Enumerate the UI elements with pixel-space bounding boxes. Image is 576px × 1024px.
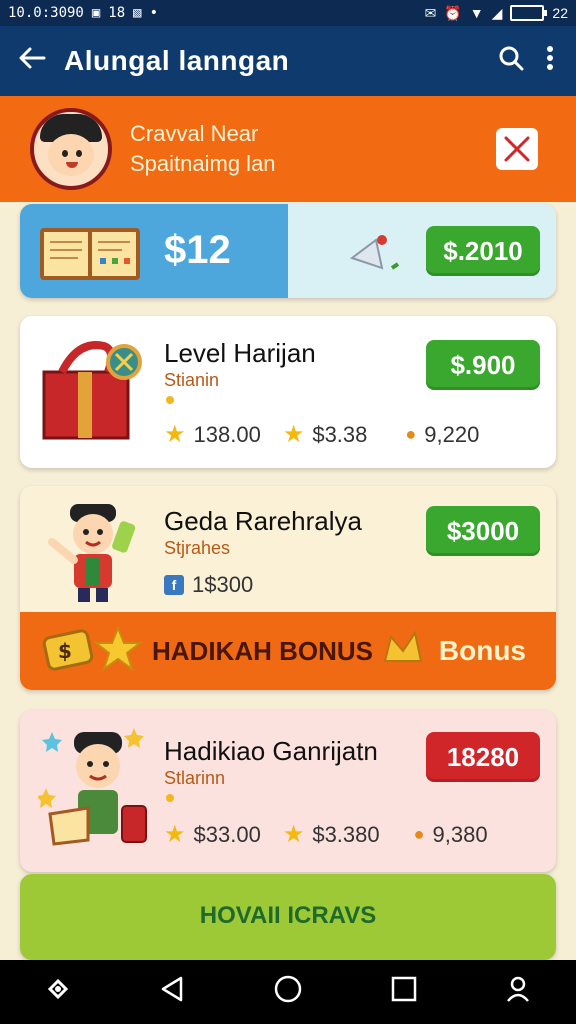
card-subtitle: Stjrahes xyxy=(164,538,231,558)
card-meta: f 1$300 xyxy=(164,572,253,598)
page-title: Alungal lanngan xyxy=(64,45,290,76)
arrow-left-icon[interactable] xyxy=(0,46,64,76)
meta-value-3: 9,380 xyxy=(432,821,488,847)
coin-icon: ● xyxy=(405,424,417,444)
meta-value-2: $3.38 xyxy=(312,421,368,447)
card-meta: ★ $33.00 ★ $3.380 ● 9,380 xyxy=(164,820,488,849)
promo-banner: Cravval Near Spaitnaimg lan xyxy=(0,96,576,202)
meta-value-1: $33.00 xyxy=(193,821,261,847)
banner-line-1: Cravval Near xyxy=(130,121,259,146)
battery-icon xyxy=(510,5,548,21)
coin-icon: ● xyxy=(413,824,425,844)
star-icon: ★ xyxy=(164,421,186,448)
book-icon xyxy=(38,224,142,282)
crown-icon xyxy=(381,627,425,676)
profile-icon[interactable] xyxy=(504,975,532,1010)
social-icon: f xyxy=(164,575,184,595)
buy-button-4[interactable]: 18280 xyxy=(426,732,540,782)
alarm-icon: ⏰ xyxy=(444,4,462,21)
money-icon: $ xyxy=(42,626,94,677)
avatar xyxy=(30,108,112,190)
status-time-left: 10.0:3090 xyxy=(8,5,84,21)
star-icon: ★ xyxy=(282,421,305,448)
bonus-bar[interactable]: $ HADIKAH BONUS Bonus xyxy=(20,612,556,690)
offer-card-hadikiao[interactable]: Hadikiao Ganrijatn Stlarinn 18280 ★ $33.… xyxy=(20,710,556,872)
card-title: Hadikiao Ganrijatn xyxy=(164,736,378,766)
card-title: Geda Rarehralya xyxy=(164,506,362,536)
app-bar: Alungal lanngan xyxy=(0,26,576,96)
star-icon xyxy=(93,624,143,677)
image-icon: ▧ xyxy=(133,5,142,21)
dot-icon xyxy=(166,794,174,802)
reader-character-icon xyxy=(36,722,158,857)
price-value: $12 xyxy=(164,228,231,272)
gift-box-icon xyxy=(38,332,148,447)
status-badge: 18 xyxy=(108,5,126,21)
signal-icon: ◢ xyxy=(491,4,503,21)
price-card[interactable]: $12 $.2010 xyxy=(20,204,556,298)
card-title: Level Harijan xyxy=(164,338,316,368)
system-nav-bar xyxy=(0,960,576,1024)
boy-character-icon xyxy=(38,496,148,611)
buy-button-2[interactable]: $.900 xyxy=(426,340,540,390)
banner-line-2: Spaitnaimg lan xyxy=(130,151,276,176)
dot-icon xyxy=(166,396,174,404)
svg-text:$: $ xyxy=(58,639,72,663)
footer-card-text: HOVAII ICRAVS xyxy=(199,902,377,929)
meta-value-2: $3.380 xyxy=(312,821,380,847)
meta-value-1: 1$300 xyxy=(192,572,254,597)
star-icon: ★ xyxy=(164,821,186,848)
vibrate-icon: ✉ xyxy=(424,4,437,21)
buy-button-1[interactable]: $.2010 xyxy=(426,226,540,276)
status-time-right: 22 xyxy=(552,5,568,21)
close-icon[interactable] xyxy=(496,128,538,170)
star-icon: ★ xyxy=(282,821,305,848)
offer-card-bonus[interactable]: Geda Rarehralya Stjrahes $3000 f 1$300 $… xyxy=(20,486,556,690)
notification-icon: ▣ xyxy=(91,5,101,21)
status-bar: 10.0:3090 ▣ 18 ▧ • ✉ ⏰ ▼ ◢ 22 xyxy=(0,0,576,26)
footer-card[interactable]: HOVAII ICRAVS xyxy=(20,874,556,960)
card-subtitle: Stlarinn xyxy=(164,768,226,788)
bonus-text: HADIKAH BONUS xyxy=(152,635,373,666)
offer-card-level[interactable]: Level Harijan Stianin $.900 ★ 138.00 ★ $… xyxy=(20,316,556,468)
card-subtitle: Stianin xyxy=(164,370,220,390)
card-meta: ★ 138.00 ★ $3.38 ● 9,220 xyxy=(164,420,479,449)
home-circle-icon[interactable] xyxy=(273,974,303,1011)
search-icon[interactable] xyxy=(498,45,524,78)
recent-apps-alt-icon[interactable] xyxy=(44,975,72,1010)
buy-button-3[interactable]: $3000 xyxy=(426,506,540,556)
meta-value-1: 138.00 xyxy=(193,421,261,447)
wifi-icon: ▼ xyxy=(469,5,484,21)
dot-icon: • xyxy=(149,5,159,21)
bonus-label: Bonus xyxy=(438,635,526,666)
more-vert-icon[interactable] xyxy=(546,45,554,78)
overview-square-icon[interactable] xyxy=(391,976,417,1009)
fan-icon xyxy=(342,228,402,283)
back-triangle-icon[interactable] xyxy=(159,975,185,1010)
meta-value-3: 9,220 xyxy=(424,421,480,447)
